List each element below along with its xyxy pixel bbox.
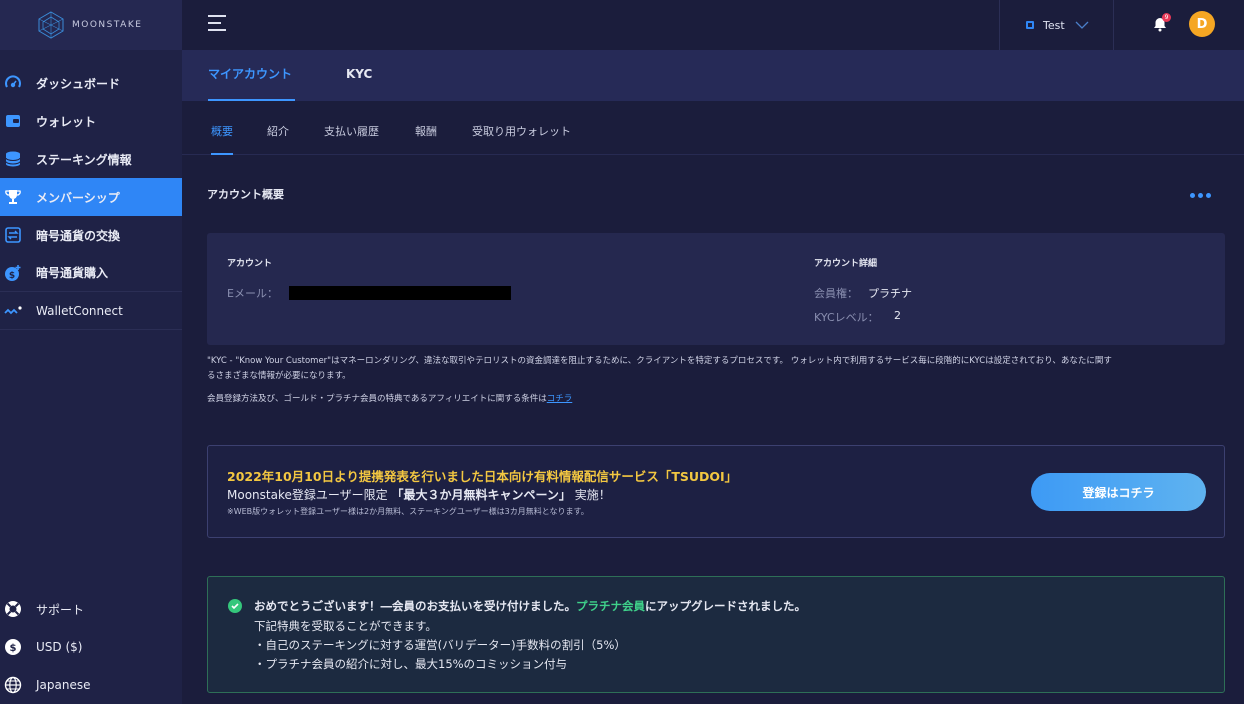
- tab-kyc[interactable]: KYC: [346, 50, 372, 101]
- account-icon: [1026, 21, 1034, 29]
- kyc-level-key: KYCレベル：: [814, 311, 879, 324]
- notification-badge: 9: [1162, 13, 1171, 22]
- more-options-icon[interactable]: [1190, 193, 1211, 198]
- success-line4: ・プラチナ会員の紹介に対し、最大15%のコミッション付与: [254, 657, 568, 671]
- subtab-referral[interactable]: 紹介: [267, 101, 289, 155]
- account-label: アカウント: [227, 259, 273, 269]
- sidebar-bottom: サポート $ USD ($) Japanese: [0, 590, 182, 704]
- sidebar-item-dashboard[interactable]: ダッシュボード: [0, 64, 182, 102]
- account-switcher[interactable]: Test: [999, 0, 1114, 50]
- notification-button[interactable]: 9: [1152, 13, 1171, 32]
- subtab-receiving-wallet[interactable]: 受取り用ウォレット: [472, 101, 571, 155]
- membership-value: プラチナ: [868, 287, 912, 300]
- success-suffix: にアップグレードされました。: [645, 599, 806, 613]
- sidebar-item-buy-crypto[interactable]: $ 暗号通貨購入: [0, 254, 182, 292]
- promo-sub-prefix: Moonstake登録ユーザー限定: [227, 488, 388, 502]
- sidebar-item-currency[interactable]: $ USD ($): [0, 628, 182, 666]
- sidebar: MOONSTAKE ダッシュボード ウォレット ステーキング情報 メンバーシップ: [0, 0, 182, 704]
- sidebar-item-label: 暗号通貨購入: [36, 266, 109, 280]
- subtab-payment-history[interactable]: 支払い履歴: [324, 101, 379, 155]
- sidebar-item-support[interactable]: サポート: [0, 590, 182, 628]
- redacted-email: [289, 286, 511, 300]
- sub-tabs: 概要 紹介 支払い履歴 報酬 受取り用ウォレット: [182, 101, 1244, 155]
- promo-sub-bold: 「最大３か月無料キャンペーン」: [391, 488, 571, 502]
- sidebar-item-label: ダッシュボード: [36, 76, 121, 91]
- subtab-rewards[interactable]: 報酬: [415, 101, 437, 155]
- promo-banner: 2022年10月10日より提携発表を行いました日本向け有料情報配信サービス「TS…: [207, 445, 1225, 538]
- promo-subtitle: Moonstake登録ユーザー限定 「最大３か月無料キャンペーン」 実施！: [227, 486, 611, 503]
- sidebar-item-label: ウォレット: [36, 114, 97, 129]
- avatar[interactable]: D: [1189, 11, 1215, 37]
- dollar-icon: $: [4, 638, 22, 656]
- tab-my-account[interactable]: マイアカウント: [208, 50, 295, 101]
- promo-sub-suffix: 実施！: [574, 488, 611, 502]
- sidebar-item-label: WalletConnect: [36, 303, 123, 318]
- success-line1: おめでとうございます！―会員のお支払いを受け付けました。プラチナ会員にアップグレ…: [254, 598, 806, 614]
- sidebar-item-label: ステーキング情報: [36, 152, 132, 167]
- account-card: アカウント Eメール： アカウント詳細 会員権： プラチナ KYCレベル： 2: [207, 233, 1225, 345]
- promo-title: 2022年10月10日より提携発表を行いました日本向け有料情報配信サービス「TS…: [227, 469, 738, 484]
- walletconnect-icon: [4, 302, 22, 320]
- top-header: Test 9 D: [182, 0, 1244, 50]
- check-circle-icon: [228, 599, 242, 613]
- membership-key: 会員権：: [814, 287, 858, 300]
- success-line2: 下記特典を受取ることができます。: [254, 619, 437, 633]
- kyc-level-value: 2: [894, 309, 901, 322]
- menu-icon[interactable]: [208, 15, 226, 33]
- moonstake-logo-icon: [38, 11, 64, 39]
- sidebar-item-label: 暗号通貨の交換: [36, 228, 121, 243]
- coin-plus-icon: $: [4, 264, 22, 282]
- success-highlight: プラチナ会員: [576, 599, 645, 613]
- sidebar-nav: ダッシュボード ウォレット ステーキング情報 メンバーシップ 暗号通貨の交換 $…: [0, 50, 182, 330]
- sidebar-item-label: サポート: [36, 602, 85, 617]
- sidebar-item-staking[interactable]: ステーキング情報: [0, 140, 182, 178]
- account-details-label: アカウント詳細: [814, 259, 878, 269]
- kyc-note: "KYC - "Know Your Customer"はマネーロンダリング、違法…: [207, 354, 1225, 384]
- promo-note: ※WEB版ウォレット登録ユーザー様は2か月無料、ステーキングユーザー様は3カ月無…: [227, 507, 589, 516]
- success-prefix: おめでとうございます！―会員のお支払いを受け付けました。: [254, 599, 576, 613]
- dashboard-icon: [4, 74, 22, 92]
- subtab-overview[interactable]: 概要: [211, 101, 233, 155]
- svg-text:$: $: [10, 643, 17, 654]
- sidebar-item-walletconnect[interactable]: WalletConnect: [0, 292, 182, 330]
- wallet-icon: [4, 112, 22, 130]
- email-key: Eメール：: [227, 287, 278, 300]
- section-title: アカウント概要: [207, 188, 284, 201]
- sidebar-item-wallet[interactable]: ウォレット: [0, 102, 182, 140]
- terms-link[interactable]: コチラ: [547, 394, 573, 404]
- sidebar-item-label: USD ($): [36, 640, 83, 654]
- kyc-note-line1: "KYC - "Know Your Customer"はマネーロンダリング、違法…: [207, 356, 1112, 366]
- sidebar-item-language[interactable]: Japanese: [0, 666, 182, 704]
- top-tabs: マイアカウント KYC: [182, 50, 1244, 101]
- trophy-icon: [4, 188, 22, 206]
- chevron-down-icon: [1075, 21, 1089, 29]
- lifebuoy-icon: [4, 600, 22, 618]
- svg-text:$: $: [9, 271, 15, 281]
- sidebar-item-membership[interactable]: メンバーシップ: [0, 178, 182, 216]
- terms-note: 会員登録方法及び、ゴールド・プラチナ会員の特典であるアフィリエイトに関する条件は…: [207, 392, 1225, 407]
- database-icon: [4, 150, 22, 168]
- success-line3: ・自己のステーキングに対する運営(バリデーター)手数料の割引（5%）: [254, 638, 626, 652]
- terms-text: 会員登録方法及び、ゴールド・プラチナ会員の特典であるアフィリエイトに関する条件は: [207, 394, 547, 404]
- globe-icon: [4, 676, 22, 694]
- brand[interactable]: MOONSTAKE: [0, 0, 182, 50]
- sidebar-item-exchange[interactable]: 暗号通貨の交換: [0, 216, 182, 254]
- success-message: おめでとうございます！―会員のお支払いを受け付けました。プラチナ会員にアップグレ…: [207, 576, 1225, 693]
- exchange-icon: [4, 226, 22, 244]
- account-name: Test: [1043, 18, 1065, 32]
- sidebar-item-label: Japanese: [36, 678, 91, 692]
- brand-name: MOONSTAKE: [72, 20, 143, 30]
- sidebar-item-label: メンバーシップ: [36, 190, 120, 205]
- register-button[interactable]: 登録はコチラ: [1031, 473, 1206, 511]
- kyc-note-line2: るさまざまな情報が必要になります。: [207, 371, 351, 381]
